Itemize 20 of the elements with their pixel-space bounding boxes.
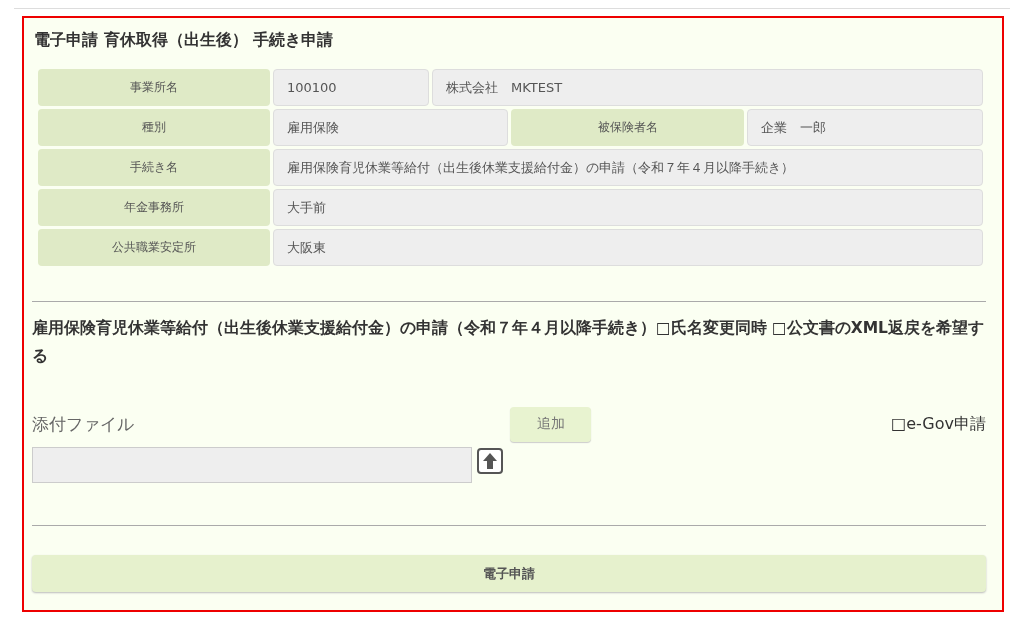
field-value: 雇用保険 (273, 109, 508, 146)
upload-icon[interactable] (477, 448, 503, 474)
field-label: 種別 (38, 109, 270, 146)
field-label: 公共職業安定所 (38, 229, 270, 266)
field-label: 手続き名 (38, 149, 270, 186)
add-button[interactable]: 追加 (510, 406, 591, 442)
field-label: 事業所名 (38, 69, 270, 106)
field-label: 被保険者名 (511, 109, 744, 146)
field-value: 100100 (273, 69, 429, 106)
field-value: 企業 一郎 (747, 109, 983, 146)
field-value: 雇用保険育児休業等給付（出生後休業支援給付金）の申請（令和７年４月以降手続き） (273, 149, 983, 186)
field-label: 年金事務所 (38, 189, 270, 226)
submit-button[interactable]: 電子申請 (32, 555, 986, 592)
procedure-heading: 雇用保険育児休業等給付（出生後休業支援給付金）の申請（令和７年４月以降手続き）□氏名変更同時 □公文書のXML返戻を希望する (32, 318, 985, 367)
egov-option[interactable]: □e-Gov申請 (891, 413, 986, 435)
field-value: 大手前 (273, 189, 983, 226)
field-value: 大阪東 (273, 229, 983, 266)
page-title: 電子申請 育休取得（出生後） 手続き申請 (34, 30, 335, 51)
attachment-label: 添付ファイル (32, 412, 135, 436)
field-value: 株式会社 MKTEST (432, 69, 983, 106)
